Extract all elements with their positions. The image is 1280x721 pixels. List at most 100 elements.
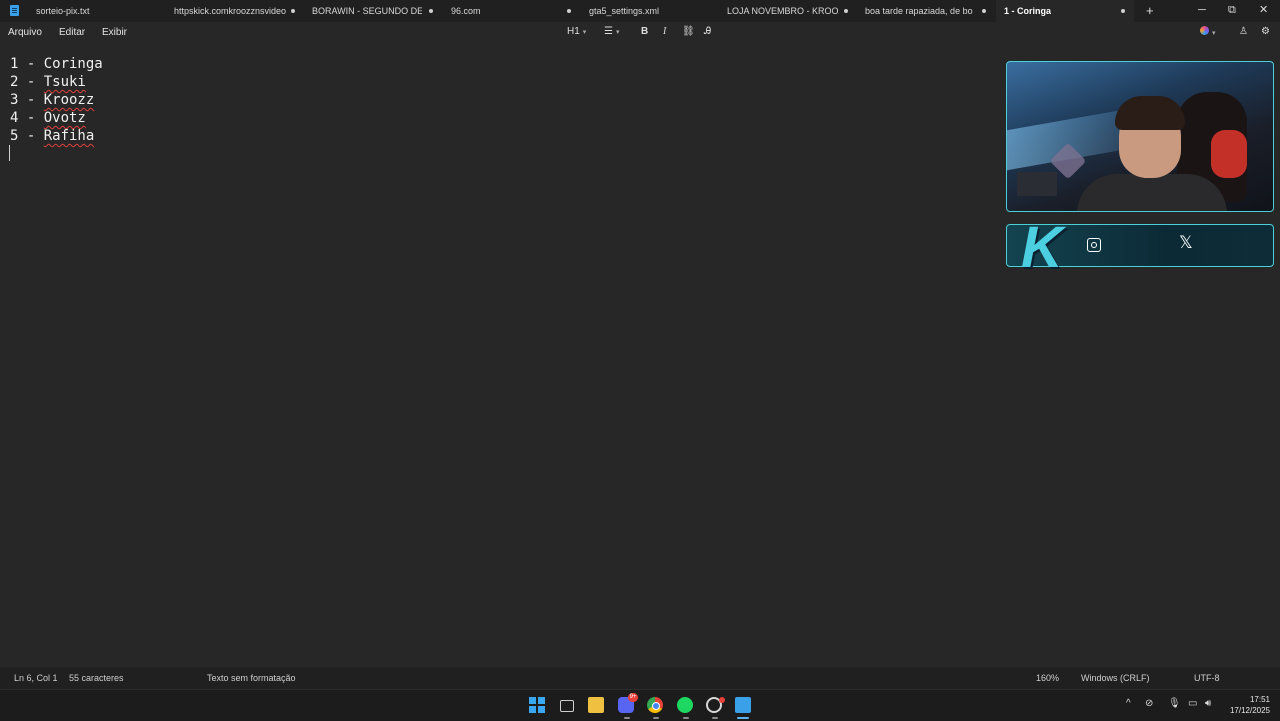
tab-label: sorteio-pix.txt [36,6,90,16]
line-number-text: 4 - [10,110,44,126]
settings-gear-icon[interactable]: ⚙ [1261,26,1270,37]
line-number-text: 5 - [10,128,44,144]
file-explorer-icon[interactable] [588,697,604,713]
k-logo: K [1021,215,1063,280]
line-number-text: 1 - [10,56,44,72]
tab-label: 96.com [451,6,481,16]
heading-dropdown[interactable]: H1 ▾ [567,26,586,37]
chrome-icon[interactable] [647,697,663,713]
spotify-icon[interactable] [677,697,693,713]
encoding[interactable]: UTF-8 [1194,673,1220,683]
line-name-text: Ovotz [43,110,86,126]
modified-dot-icon [567,9,571,13]
streamer-body [1077,174,1227,211]
discord-icon[interactable]: 9+ [618,693,638,713]
tab-label: httpskick.comkroozznsvideos5 [174,6,286,16]
chevron-down-icon: ▾ [1212,30,1216,37]
tab-coringa[interactable]: 1 - Coringa [996,0,1134,22]
tab-label: boa tarde rapaziada, de boa n [865,6,973,16]
menu-view[interactable]: Exibir [102,27,127,38]
volume-icon[interactable]: 🔊︎ [1205,698,1211,709]
recording-dot [719,697,725,703]
format-mode[interactable]: Texto sem formatação [207,673,296,683]
notepad-app-icon [10,5,19,16]
tab-label: 1 - Coringa [1004,6,1052,16]
line-name-text: Kroozz [43,92,95,108]
taskbar: 9+ ^ ⊘ 🎙︎ ▭ 🔊︎ 17:51 17/12/2025 [0,689,1280,721]
webcam-overlay [1006,61,1274,212]
social-banner: K 𝕏 [1006,219,1274,277]
display-icon[interactable]: ▭ [1188,698,1197,709]
tab-bar: sorteio-pix.txt httpskick.comkroozznsvid… [0,0,1280,22]
line-number-text: 3 - [10,92,44,108]
tab-gta5-settings[interactable]: gta5_settings.xml [589,0,709,22]
zoom-level[interactable]: 160% [1036,673,1059,683]
active-indicator [737,717,749,719]
running-indicator [653,717,659,719]
new-tab-button[interactable]: + [1146,2,1154,20]
tab-label: BORAWIN - SEGUNDO DEAL [312,6,422,16]
editor-line: 5 - Rafiha [10,127,94,145]
windows-start-icon[interactable] [529,697,545,713]
bold-button[interactable]: B [641,26,648,37]
tab-borawin[interactable]: BORAWIN - SEGUNDO DEAL [312,0,422,22]
modified-dot-icon [1121,9,1125,13]
clock-time: 17:51 [1249,695,1270,704]
chevron-down-icon: ▾ [582,29,587,36]
line-name-text: Tsuki [43,74,86,90]
tab-label: LOJA NOVEMBRO - KROOZZN [727,6,839,16]
maximize-button[interactable]: ⧉ [1228,2,1236,18]
tab-boa-tarde[interactable]: boa tarde rapaziada, de boa n [865,0,975,22]
modified-dot-icon [291,9,295,13]
menu-bar: Arquivo Editar Exibir H1 ▾ ☰ ▾ B I ⛓ Ꭿ ▾ ♙… [0,22,1280,43]
character-count: 55 caracteres [69,673,124,683]
clock-date: 17/12/2025 [1229,706,1270,715]
text-cursor [9,145,10,161]
editor-line: 3 - Kroozz [10,91,94,109]
modified-dot-icon [844,9,848,13]
editor-line: 1 - Coringa [10,55,103,73]
list-icon: ☰ [604,26,613,37]
editor-line: 2 - Tsuki [10,73,86,91]
tab-96-com[interactable]: 96.com [451,0,551,22]
list-dropdown[interactable]: ☰ ▾ [604,26,619,37]
line-ending[interactable]: Windows (CRLF) [1081,673,1150,683]
account-icon[interactable]: ♙ [1239,26,1248,37]
line-name-text: Coringa [43,56,103,72]
system-clock[interactable]: 17:51 17/12/2025 [1222,694,1270,716]
microphone-icon[interactable]: 🎙︎ [1168,698,1181,709]
running-indicator [683,717,689,719]
chevron-down-icon: ▾ [615,29,620,36]
gaming-chair-accent [1211,130,1247,178]
modified-dot-icon [982,9,986,13]
running-indicator [624,717,630,719]
line-name-text: Rafiha [43,128,95,144]
menu-edit[interactable]: Editar [59,27,85,38]
tray-overflow-chevron[interactable]: ^ [1126,698,1131,709]
clear-format-icon[interactable]: Ꭿ [704,26,711,37]
modified-dot-icon [429,9,433,13]
close-button[interactable]: ✕ [1259,2,1268,18]
background-object [1017,172,1057,196]
cursor-position: Ln 6, Col 1 [14,673,58,683]
tab-sorteio-pix[interactable]: sorteio-pix.txt [36,0,166,22]
copilot-icon[interactable]: ▾ [1200,26,1216,38]
running-indicator [712,717,718,719]
notepad-taskbar-icon[interactable] [735,697,751,713]
streamer-hair [1115,96,1185,130]
status-bar: Ln 6, Col 1 55 caracteres Texto sem form… [0,667,1280,689]
notification-badge: 9+ [628,693,638,702]
network-off-icon[interactable]: ⊘ [1145,698,1153,709]
menu-file[interactable]: Arquivo [8,27,42,38]
editor-line: 4 - Ovotz [10,109,86,127]
instagram-icon [1087,238,1101,252]
link-icon[interactable]: ⛓ [682,26,695,37]
task-view-icon[interactable] [559,697,575,713]
tab-loja-novembro[interactable]: LOJA NOVEMBRO - KROOZZN [727,0,839,22]
tab-label: gta5_settings.xml [589,6,660,16]
tab-kick-videos[interactable]: httpskick.comkroozznsvideos5 [174,0,286,22]
minimize-button[interactable]: ─ [1198,2,1206,18]
heading-label: H1 [567,26,580,37]
italic-button[interactable]: I [663,26,666,37]
obs-icon[interactable] [706,697,725,713]
